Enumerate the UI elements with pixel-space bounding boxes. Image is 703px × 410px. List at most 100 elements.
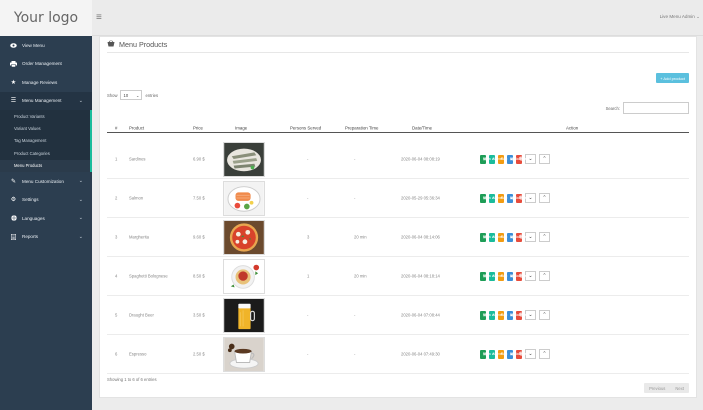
cell-product: Margherita — [129, 234, 150, 240]
cell-preparation-time: 20 min — [354, 234, 367, 240]
col-header-product[interactable]: Product — [129, 125, 144, 130]
logo[interactable]: Your logo — [0, 0, 92, 36]
table-row: 4 Spaghetti Bolognese 8.50 $ 1 20 min 20… — [107, 257, 689, 296]
sidebar-item-order-management[interactable]: Order Management — [0, 55, 92, 74]
table-row: 5 Draught Beer 3.50 $ - - 2020-06-04 07:… — [107, 296, 689, 335]
update-image-button[interactable]: ▣ Update Image — [507, 154, 533, 164]
chevron-down-icon: ⌄ — [78, 196, 83, 203]
sidebar-subitem-product-categories[interactable]: Product Categories — [0, 147, 90, 159]
update-image-button[interactable]: ▣ Update Image — [507, 310, 533, 320]
col-header-action[interactable]: Action — [566, 125, 578, 130]
chevron-down-icon: ⌄ — [78, 97, 83, 104]
pagination-previous[interactable]: Previous — [644, 383, 670, 393]
cell-number: 1 — [115, 156, 118, 162]
move-up-button[interactable]: ⌃ — [539, 271, 550, 281]
cell-preparation-time: - — [354, 156, 356, 162]
search-input[interactable] — [623, 102, 689, 114]
sidebar-item-languages[interactable]: Languages ⌄ — [0, 209, 92, 228]
chevron-down-icon: ⌄ — [78, 215, 83, 222]
move-up-button[interactable]: ⌃ — [539, 232, 550, 242]
view-label: View — [483, 235, 491, 239]
view-label: View — [483, 313, 491, 317]
cell-number: 2 — [115, 195, 118, 201]
move-up-button[interactable]: ⌃ — [539, 193, 550, 203]
sidebar-item-label: Order Management — [22, 61, 62, 67]
col-header-image[interactable]: Image — [235, 125, 247, 130]
sidebar-subitem-variant-values[interactable]: Variant Values — [0, 122, 90, 134]
view-button[interactable]: ▤ View — [480, 193, 491, 203]
report-icon — [9, 233, 18, 240]
cell-number: 3 — [115, 234, 118, 240]
col-header-persons-served[interactable]: Persons Served — [290, 125, 321, 130]
sidebar-item-view-menu[interactable]: View Menu — [0, 36, 92, 55]
chevron-down-icon: ⌄ — [135, 92, 140, 98]
edit-label: Edit — [501, 274, 508, 278]
sidebar-item-label: Settings — [22, 197, 39, 203]
sidebar-subitem-menu-products[interactable]: Menu Products — [0, 159, 90, 172]
logo-text: Your logo — [13, 10, 79, 26]
chevron-down-icon: ⌄ — [528, 312, 533, 318]
table-row: 3 Margherita 9.60 $ 3 20 min 2020-06-04 … — [107, 218, 689, 257]
pagination: Previous Next — [644, 383, 689, 393]
sardines-photo — [223, 142, 265, 177]
col-header-date-time[interactable]: Date/Time — [412, 125, 432, 130]
move-up-button[interactable]: ⌃ — [539, 154, 550, 164]
cell-product: Espresso — [129, 351, 147, 357]
sidebar-item-label: View Menu — [22, 42, 45, 48]
pagination-next[interactable]: Next — [670, 383, 689, 393]
table-row: 2 Salmon 7.50 $ - - 2020-05-29 05:36:34 … — [107, 179, 689, 218]
hamburger-icon[interactable]: ≡ — [96, 12, 102, 23]
sidebar-item-menu-management[interactable]: ☰ Menu Management ⌄ — [0, 91, 92, 110]
col-header-number[interactable]: # — [115, 125, 117, 130]
row-actions: ▤ View ✔ Active ✎ Edit ▣ Update Image 🗑 … — [480, 193, 550, 203]
update-image-button[interactable]: ▣ Update Image — [507, 193, 533, 203]
sidebar-nav: View Menu Order Management ★ Manage Revi… — [0, 36, 92, 246]
cell-preparation-time: - — [354, 351, 356, 357]
view-button[interactable]: ▤ View — [480, 154, 491, 164]
sidebar-subitem-tag-management[interactable]: Tag Management — [0, 135, 90, 147]
chevron-up-icon: ⌃ — [542, 351, 547, 357]
update-image-button[interactable]: ▣ Update Image — [507, 232, 533, 242]
row-actions: ▤ View ✔ Active ✎ Edit ▣ Update Image 🗑 … — [480, 232, 550, 242]
table-row: 6 Espresso 2.50 $ - - 2020-06-04 07:49:3… — [107, 335, 689, 374]
sidebar-item-menu-customization[interactable]: ✎ Menu Customization ⌄ — [0, 172, 92, 191]
page-title-text: Menu Products — [119, 40, 168, 49]
eye-icon — [9, 43, 18, 48]
view-button[interactable]: ▤ View — [480, 271, 491, 281]
cell-product: Spaghetti Bolognese — [129, 273, 168, 279]
col-header-price[interactable]: Price — [193, 125, 203, 130]
update-image-button[interactable]: ▣ Update Image — [507, 271, 533, 281]
sidebar-item-reports[interactable]: Reports ⌄ — [0, 227, 92, 246]
cell-date-time: 2020-06-04 07:49:30 — [401, 351, 440, 357]
update-image-button[interactable]: ▣ Update Image — [507, 349, 533, 359]
add-product-button[interactable]: + Add product — [656, 73, 689, 83]
move-up-button[interactable]: ⌃ — [539, 349, 550, 359]
view-button[interactable]: ▤ View — [480, 310, 491, 320]
view-button[interactable]: ▤ View — [480, 349, 491, 359]
entries-select[interactable]: 10 ⌄ — [120, 90, 143, 100]
sidebar-subitem-product-variants[interactable]: Product Variants — [0, 110, 90, 122]
user-menu[interactable]: Live Menu Admin ⌄ — [660, 14, 700, 20]
cell-product: Salmon — [129, 195, 144, 201]
beer-photo — [223, 298, 265, 333]
table-info: Showing 1 to 6 of 6 entries — [107, 377, 157, 382]
cell-persons-served: 3 — [307, 234, 310, 240]
top-bar: ≡ Live Menu Admin ⌄ — [92, 0, 703, 36]
sidebar-item-manage-reviews[interactable]: ★ Manage Reviews — [0, 73, 92, 92]
cell-price: 8.50 $ — [193, 273, 205, 279]
col-header-preparation-time[interactable]: Preparation Time — [345, 125, 378, 130]
cell-preparation-time: 20 min — [354, 273, 367, 279]
cell-number: 6 — [115, 351, 118, 357]
cell-date-time: 2020-06-04 08:14:06 — [401, 234, 440, 240]
sidebar: Your logo View Menu Order Management ★ M… — [0, 0, 92, 410]
view-button[interactable]: ▤ View — [480, 232, 491, 242]
printer-icon — [9, 60, 18, 67]
page-title: Menu Products — [107, 40, 167, 49]
view-label: View — [483, 352, 491, 356]
edit-label: Edit — [501, 235, 508, 239]
entries-label: entries — [145, 92, 159, 98]
edit-label: Edit — [501, 313, 508, 317]
chevron-down-icon: ⌄ — [696, 14, 700, 19]
move-up-button[interactable]: ⌃ — [539, 310, 550, 320]
sidebar-item-settings[interactable]: ⚙ Settings ⌄ — [0, 190, 92, 209]
